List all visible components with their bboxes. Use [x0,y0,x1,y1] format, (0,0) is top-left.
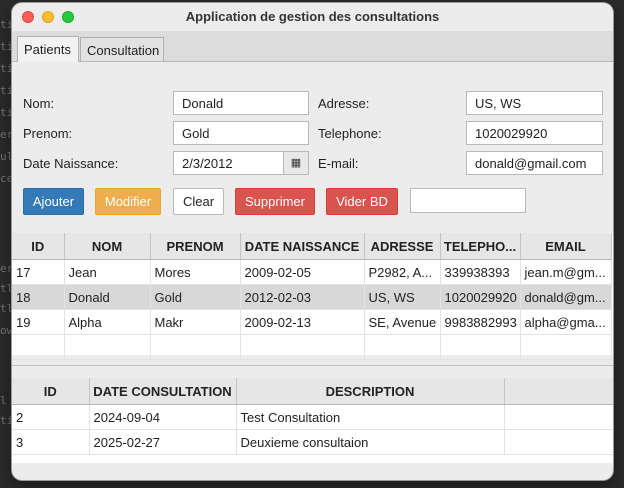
cell-description: Deuxieme consultaion [236,429,505,455]
cell-email: donald@gm... [520,284,612,310]
col-header-id[interactable]: ID [12,233,65,260]
consultations-header-row: ID DATE CONSULTATION DESCRIPTION [12,378,613,405]
calendar-picker-button[interactable]: ▦ [283,151,309,175]
cell-prenom: Makr [150,309,241,335]
empty-row [12,334,612,360]
cell-date: 2009-02-13 [240,309,365,335]
tables-separator [12,365,613,366]
cell-date: 2012-02-03 [240,284,365,310]
table-row[interactable]: 2 2024-09-04 Test Consultation [12,404,613,430]
clear-button[interactable]: Clear [173,188,224,215]
col-header-telephone[interactable]: TELEPHO... [440,233,521,260]
cell-id: 17 [12,259,65,285]
cell-prenom: Gold [150,284,241,310]
window-title: Application de gestion des consultations [185,9,440,24]
email-field[interactable]: donald@gmail.com [466,151,603,175]
cell-adresse: SE, Avenue [364,309,441,335]
table-row-selected[interactable]: 18 Donald Gold 2012-02-03 US, WS 1020029… [12,284,612,310]
ajouter-button[interactable]: Ajouter [23,188,84,215]
vider-bd-button[interactable]: Vider BD [326,188,398,215]
supprimer-button[interactable]: Supprimer [235,188,315,215]
telephone-field[interactable]: 1020029920 [466,121,603,145]
cell-consult-date: 2024-09-04 [89,404,237,430]
prenom-field[interactable]: Gold [173,121,309,145]
cell-nom: Alpha [64,309,151,335]
cell-adresse: P2982, A... [364,259,441,285]
cell-description: Test Consultation [236,404,505,430]
nom-label: Nom: [23,96,55,111]
table-row[interactable]: 19 Alpha Makr 2009-02-13 SE, Avenue 9983… [12,309,612,335]
nom-field[interactable]: Donald [173,91,309,115]
cell-telephone: 1020029920 [440,284,521,310]
patients-header-row: ID NOM PRENOM DATE NAISSANCE ADRESSE TEL… [12,233,612,260]
cell-telephone: 339938393 [440,259,521,285]
cell-prenom: Mores [150,259,241,285]
date-naissance-field[interactable]: 2/3/2012 [173,151,284,175]
col-header-email[interactable]: EMAIL [520,233,612,260]
calendar-icon: ▦ [290,157,302,169]
cell-id: 18 [12,284,65,310]
cell-adresse: US, WS [364,284,441,310]
cell-consult-id: 3 [12,429,90,455]
cell-telephone: 9983882993 [440,309,521,335]
telephone-label: Telephone: [318,126,382,141]
title-bar: Application de gestion des consultations [12,3,613,31]
consultations-table: ID DATE CONSULTATION DESCRIPTION 2 2024-… [12,378,613,455]
modifier-button[interactable]: Modifier [95,188,161,215]
patients-table: ID NOM PRENOM DATE NAISSANCE ADRESSE TEL… [12,233,612,360]
tab-consultation[interactable]: Consultation [80,37,164,61]
col-header-adresse[interactable]: ADRESSE [364,233,441,260]
cell-consult-date: 2025-02-27 [89,429,237,455]
cell-consult-id: 2 [12,404,90,430]
cell-date: 2009-02-05 [240,259,365,285]
search-input[interactable] [410,188,526,213]
col-header-description[interactable]: DESCRIPTION [236,378,505,405]
col-header-date-consultation[interactable]: DATE CONSULTATION [89,378,237,405]
adresse-label: Adresse: [318,96,370,111]
table-row[interactable]: 3 2025-02-27 Deuxieme consultaion [12,429,613,455]
cell-email: alpha@gma... [520,309,612,335]
table-row[interactable]: 17 Jean Mores 2009-02-05 P2982, A... 339… [12,259,612,285]
adresse-field[interactable]: US, WS [466,91,603,115]
col-header-empty [504,378,613,405]
col-header-consult-id[interactable]: ID [12,378,90,405]
tab-patients[interactable]: Patients [17,36,79,62]
cell-nom: Donald [64,284,151,310]
tab-bar: Patients Consultation [12,31,613,62]
col-header-prenom[interactable]: PRENOM [150,233,241,260]
cell-nom: Jean [64,259,151,285]
email-label: E-mail: [318,156,359,171]
prenom-label: Prenom: [23,126,73,141]
cell-id: 19 [12,309,65,335]
cell-email: jean.m@gm... [520,259,612,285]
col-header-date-naissance[interactable]: DATE NAISSANCE [240,233,365,260]
app-window: Application de gestion des consultations… [12,3,613,480]
col-header-nom[interactable]: NOM [64,233,151,260]
date-naissance-label: Date Naissance: [23,156,119,171]
